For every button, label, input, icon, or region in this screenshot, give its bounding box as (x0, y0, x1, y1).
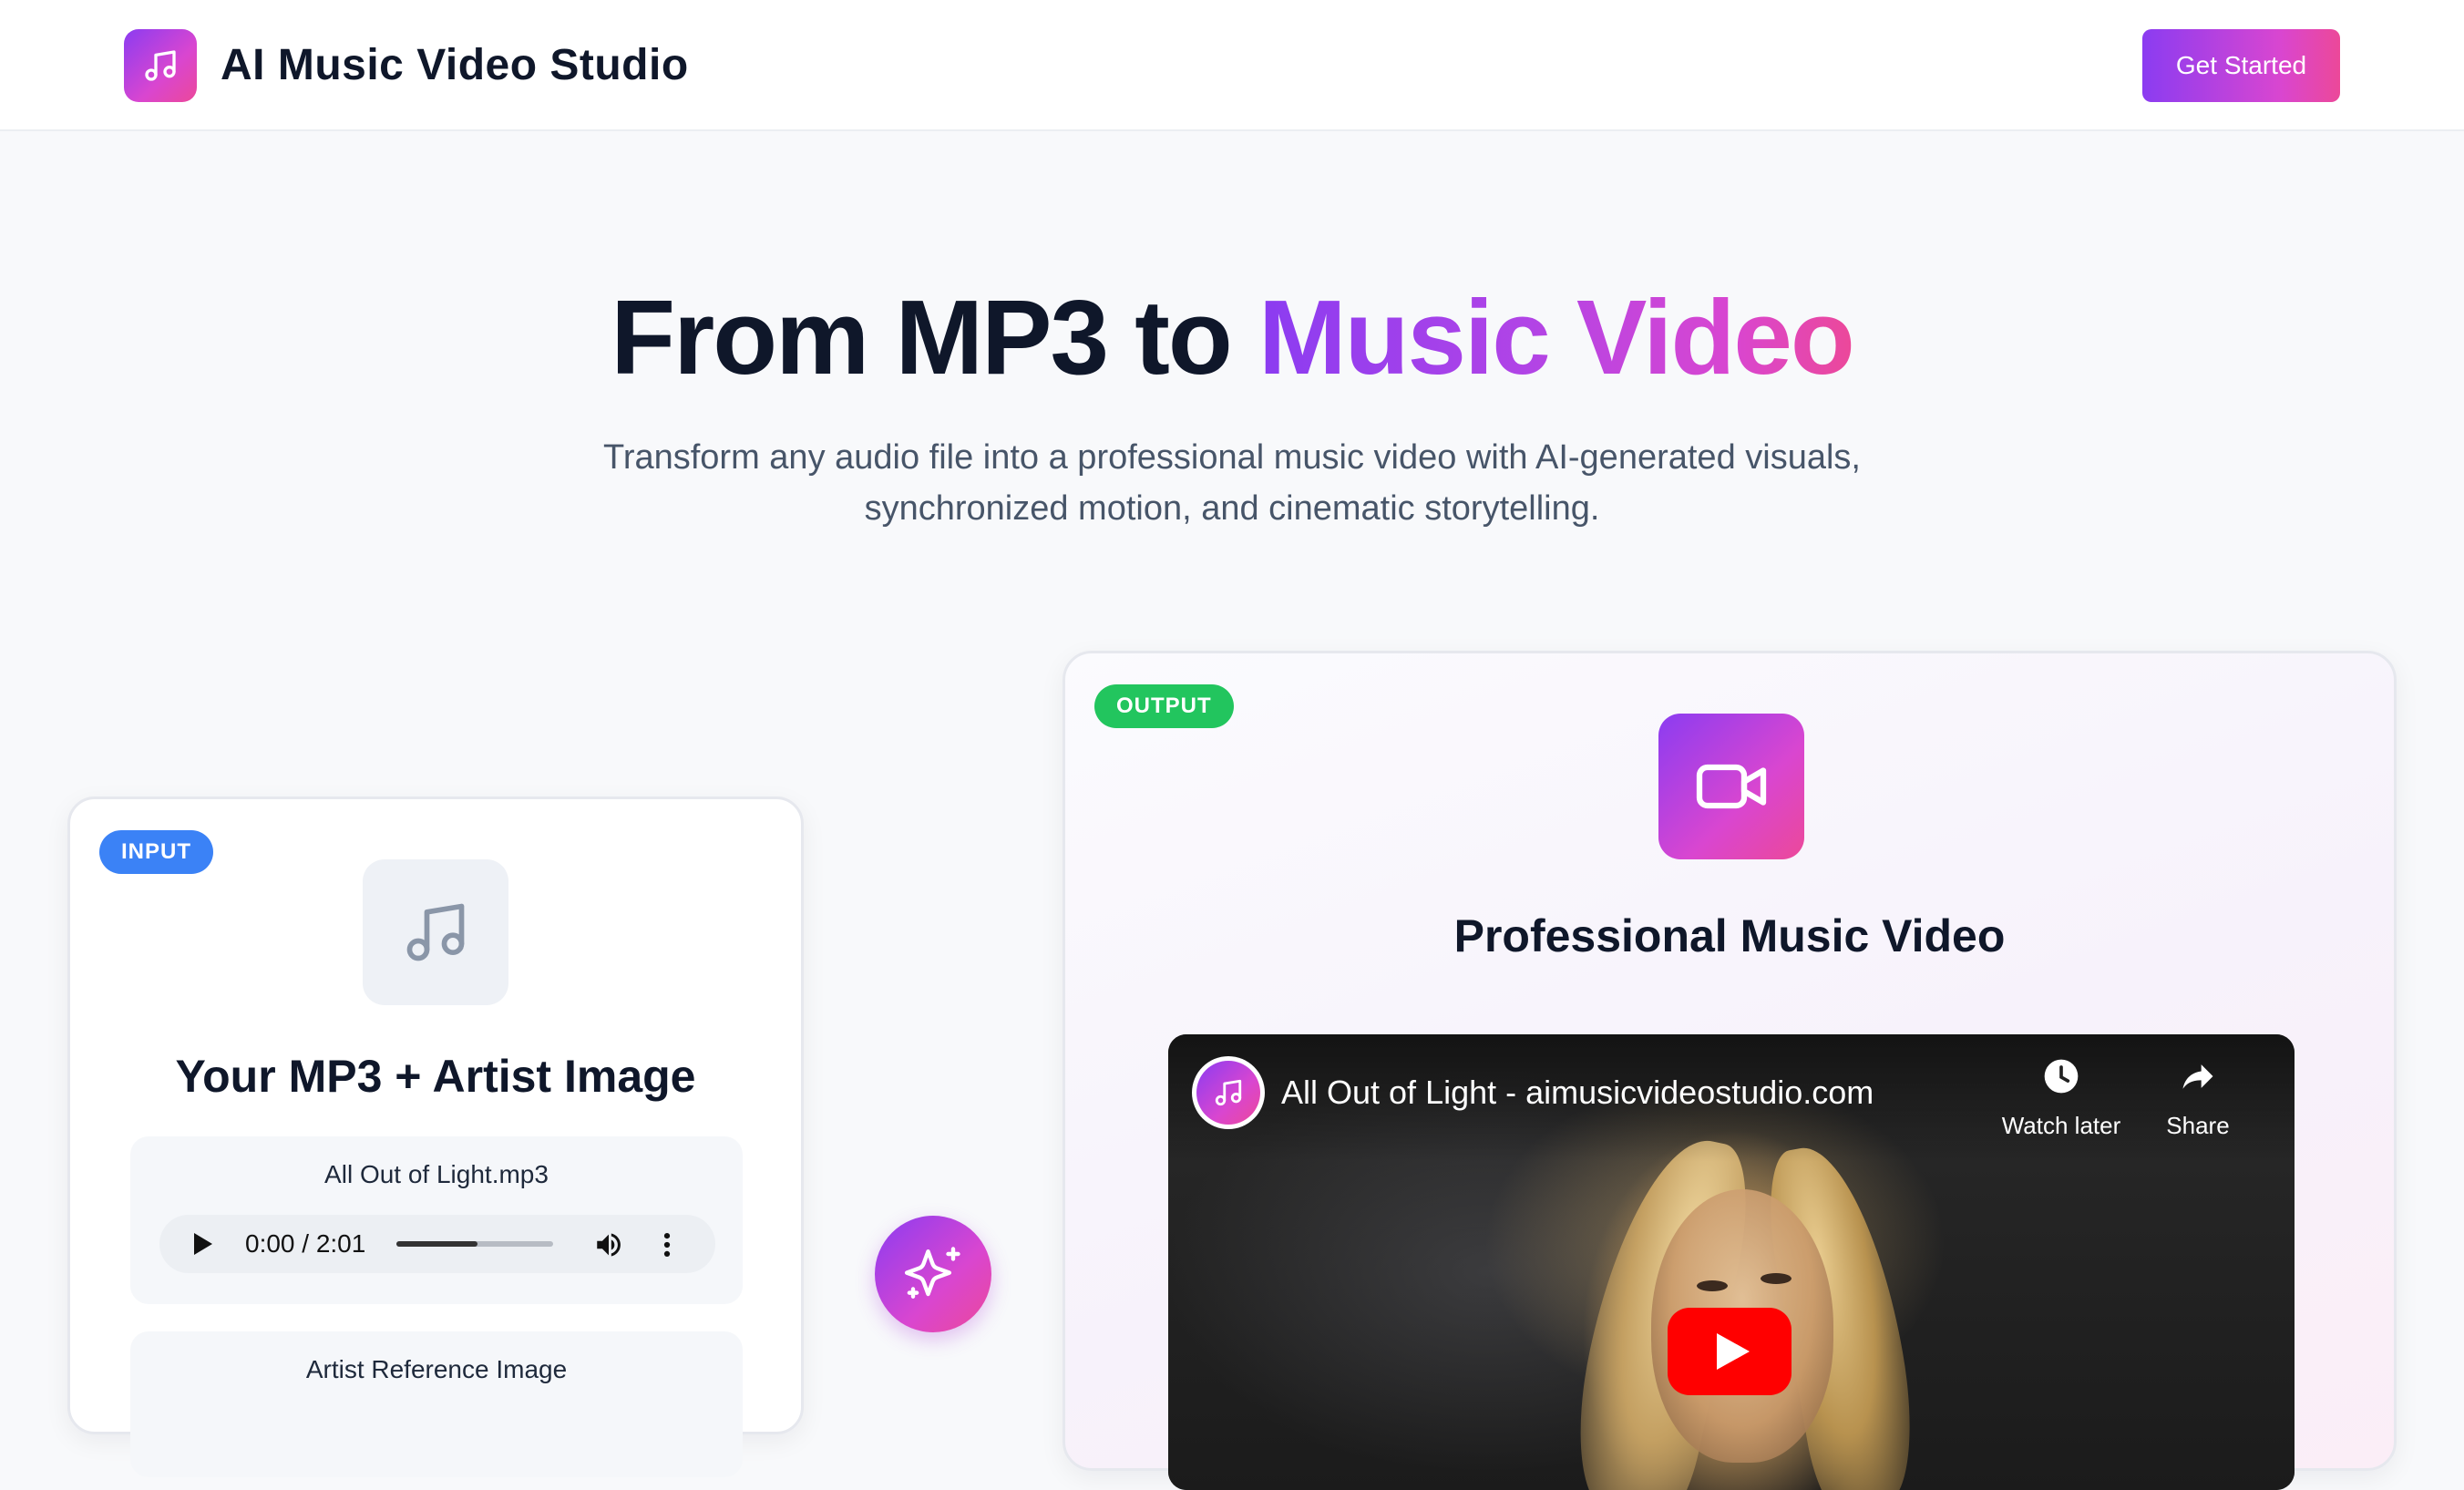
generate-sparkle-button[interactable] (875, 1216, 991, 1332)
music-note-icon (145, 50, 176, 81)
input-icon-box (363, 859, 508, 1005)
output-badge: OUTPUT (1094, 684, 1234, 728)
hero-subtitle-line1: Transform any audio file into a professi… (603, 438, 1861, 477)
output-card-title: Professional Music Video (1453, 910, 2006, 961)
watch-later-label: Watch later (2001, 1112, 2121, 1139)
hero-title-plain: From MP3 to (611, 278, 1258, 396)
volume-icon[interactable] (593, 1229, 624, 1260)
thumbnail-eye-left (1697, 1280, 1728, 1291)
hero-title: From MP3 to Music Video (0, 273, 2464, 401)
video-player[interactable]: All Out of Light - aimusicvideostudio.co… (1168, 1034, 2295, 1490)
audio-time: 0:00 / 2:01 (245, 1229, 366, 1258)
share-label: Share (2166, 1112, 2230, 1139)
get-started-button[interactable]: Get Started (2142, 29, 2340, 102)
youtube-play-button[interactable] (1668, 1308, 1792, 1395)
input-badge: INPUT (99, 830, 213, 874)
site-header: AI Music Video Studio Get Started (0, 0, 2464, 131)
input-card: INPUT Your MP3 + Artist Image All Out of… (67, 796, 804, 1477)
audio-file-box: All Out of Light.mp3 0:00 / 2:01 (130, 1136, 743, 1304)
more-options-icon[interactable] (661, 1229, 673, 1260)
share-arrow-icon (2182, 1064, 2213, 1089)
artist-reference-label: Artist Reference Image (305, 1355, 568, 1383)
hero-title-accent: Music Video (1258, 278, 1855, 396)
artist-reference-box[interactable]: Artist Reference Image (130, 1331, 743, 1477)
play-icon[interactable] (194, 1233, 212, 1255)
youtube-play-icon (1717, 1333, 1750, 1370)
audio-seek-bar[interactable] (396, 1241, 553, 1247)
channel-avatar[interactable] (1192, 1056, 1265, 1129)
audio-filename: All Out of Light.mp3 (324, 1160, 549, 1188)
hero-subtitle: Transform any audio file into a professi… (503, 432, 1961, 534)
audio-player[interactable]: 0:00 / 2:01 (159, 1215, 715, 1273)
sparkles-icon (904, 1247, 960, 1299)
thumbnail-eye-right (1761, 1273, 1792, 1284)
audio-seek-progress (396, 1241, 478, 1247)
watch-later-button[interactable]: Watch later (1988, 1056, 2134, 1140)
brand-logo[interactable] (124, 29, 197, 102)
music-note-icon (406, 903, 465, 961)
video-title[interactable]: All Out of Light - aimusicvideostudio.co… (1281, 1073, 1874, 1113)
clock-icon (2044, 1059, 2079, 1094)
channel-avatar-core (1196, 1061, 1260, 1125)
music-note-icon (1215, 1079, 1242, 1106)
video-camera-icon (1696, 764, 1767, 809)
share-button[interactable]: Share (2143, 1056, 2253, 1140)
output-icon-box (1658, 714, 1804, 859)
output-card: OUTPUT Professional Music Video All Out … (1063, 651, 2397, 1490)
brand-name[interactable]: AI Music Video Studio (221, 36, 689, 95)
hero-subtitle-line2: synchronized motion, and cinematic story… (864, 489, 1600, 528)
input-card-title: Your MP3 + Artist Image (175, 1051, 696, 1102)
